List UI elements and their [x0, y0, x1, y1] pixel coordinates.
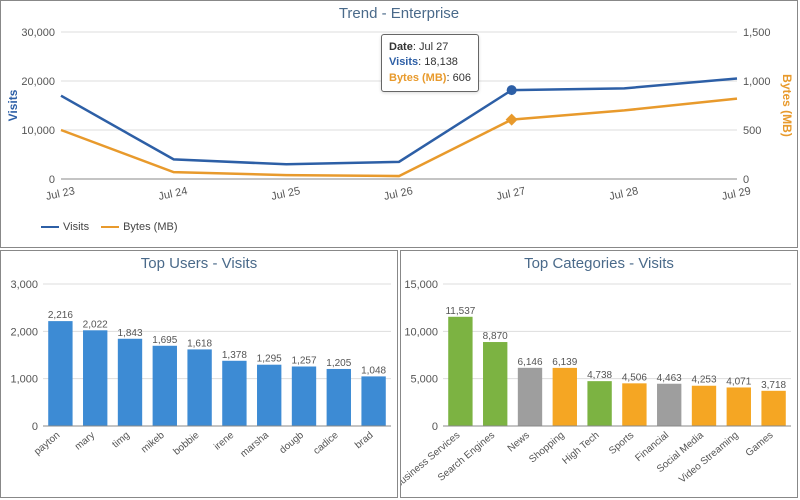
svg-text:Jul 29: Jul 29	[721, 185, 752, 203]
svg-text:1,695: 1,695	[152, 335, 177, 346]
svg-text:1,000: 1,000	[10, 374, 38, 386]
svg-text:1,048: 1,048	[361, 365, 386, 376]
svg-text:Sports: Sports	[607, 430, 636, 457]
svg-text:4,738: 4,738	[587, 370, 612, 381]
svg-text:4,463: 4,463	[657, 373, 682, 384]
svg-text:Games: Games	[744, 430, 776, 459]
svg-text:1,500: 1,500	[743, 27, 771, 39]
svg-text:10,000: 10,000	[404, 326, 438, 338]
svg-text:Video Streaming: Video Streaming	[677, 430, 741, 486]
legend-visits[interactable]: Visits	[41, 221, 89, 233]
svg-text:Jul 24: Jul 24	[157, 185, 188, 203]
svg-text:15,000: 15,000	[404, 279, 438, 291]
svg-text:News: News	[506, 430, 532, 455]
svg-text:mikeb: mikeb	[139, 430, 167, 456]
svg-text:6,139: 6,139	[552, 357, 577, 368]
svg-text:payton: payton	[32, 430, 62, 458]
svg-text:1,000: 1,000	[743, 76, 771, 88]
tooltip-visits-key: Visits	[389, 56, 418, 68]
trend-title: Trend - Enterprise	[1, 1, 797, 24]
svg-text:6,146: 6,146	[517, 357, 542, 368]
tooltip-visits-val: 18,138	[424, 56, 458, 68]
svg-text:0: 0	[49, 174, 55, 186]
legend-bytes[interactable]: Bytes (MB)	[101, 221, 177, 233]
svg-text:timg: timg	[110, 430, 132, 451]
svg-text:1,843: 1,843	[117, 328, 142, 339]
svg-text:irene: irene	[212, 430, 236, 453]
svg-text:dougb: dougb	[278, 430, 307, 457]
svg-text:10,000: 10,000	[21, 125, 55, 137]
tooltip-bytes-val: 606	[453, 72, 471, 84]
svg-text:1,257: 1,257	[291, 356, 316, 367]
top-categories-panel: Top Categories - Visits 0 5,000 10,000 15,0…	[400, 250, 798, 498]
svg-text:4,253: 4,253	[691, 375, 716, 386]
svg-text:0: 0	[32, 421, 38, 433]
top-categories-chart[interactable]: 05,00010,00015,00011,537Business Service…	[401, 274, 797, 496]
svg-text:11,537: 11,537	[445, 306, 475, 317]
trend-tooltip: Date: Jul 27 Visits: 18,138 Bytes (MB): …	[381, 34, 479, 92]
svg-text:High Tech: High Tech	[561, 430, 602, 467]
tooltip-date-key: Date	[389, 41, 413, 53]
tooltip-date-val: Jul 27	[419, 41, 448, 53]
svg-text:3,000: 3,000	[10, 279, 38, 291]
svg-text:Jul 27: Jul 27	[495, 185, 526, 203]
tooltip-bytes-key: Bytes (MB)	[389, 72, 446, 84]
svg-text:1,378: 1,378	[222, 350, 247, 361]
trend-chart-area[interactable]: 0 10,000 20,000 30,000 0 500 1,000 1,500 Jul 23 J…	[1, 24, 797, 219]
svg-text:4,071: 4,071	[726, 376, 751, 387]
svg-text:Visits: Visits	[6, 89, 20, 121]
svg-text:4,506: 4,506	[622, 372, 647, 383]
svg-text:bobbie: bobbie	[171, 430, 201, 458]
svg-text:5,000: 5,000	[410, 374, 438, 386]
svg-text:Jul 26: Jul 26	[383, 185, 414, 203]
top-users-panel: Top Users - Visits 0 1,000 2,000 3,000 2,216…	[0, 250, 398, 498]
svg-text:2,022: 2,022	[83, 319, 108, 330]
svg-text:1,205: 1,205	[326, 358, 351, 369]
svg-text:500: 500	[743, 125, 761, 137]
svg-text:Jul 28: Jul 28	[608, 185, 639, 203]
legend-visits-label: Visits	[63, 221, 89, 233]
svg-text:marsha: marsha	[239, 430, 272, 460]
trend-legend: Visits Bytes (MB)	[1, 219, 797, 237]
svg-text:cadice: cadice	[312, 430, 342, 457]
svg-text:1,618: 1,618	[187, 338, 212, 349]
svg-text:8,870: 8,870	[483, 331, 508, 342]
trend-enterprise-panel: Trend - Enterprise 0 10,000 20,000 30,000 0 5…	[0, 0, 798, 248]
svg-text:2,216: 2,216	[48, 310, 73, 321]
svg-text:2,000: 2,000	[10, 326, 38, 338]
top-users-chart[interactable]: 0 1,000 2,000 3,000 2,216 payton 2,022 mary 1,84…	[1, 274, 397, 496]
svg-text:Jul 23: Jul 23	[45, 185, 76, 203]
svg-text:1,295: 1,295	[257, 354, 282, 365]
svg-text:Bytes (MB): Bytes (MB)	[780, 74, 794, 137]
svg-text:30,000: 30,000	[21, 27, 55, 39]
legend-bytes-label: Bytes (MB)	[123, 221, 177, 233]
svg-text:mary: mary	[73, 430, 97, 453]
svg-text:0: 0	[743, 174, 749, 186]
svg-text:20,000: 20,000	[21, 76, 55, 88]
svg-text:3,718: 3,718	[761, 380, 786, 391]
svg-text:0: 0	[432, 421, 438, 433]
top-users-title: Top Users - Visits	[1, 251, 397, 274]
svg-text:brad: brad	[353, 430, 375, 451]
top-categories-title: Top Categories - Visits	[401, 251, 797, 274]
svg-text:Jul 25: Jul 25	[270, 185, 301, 203]
